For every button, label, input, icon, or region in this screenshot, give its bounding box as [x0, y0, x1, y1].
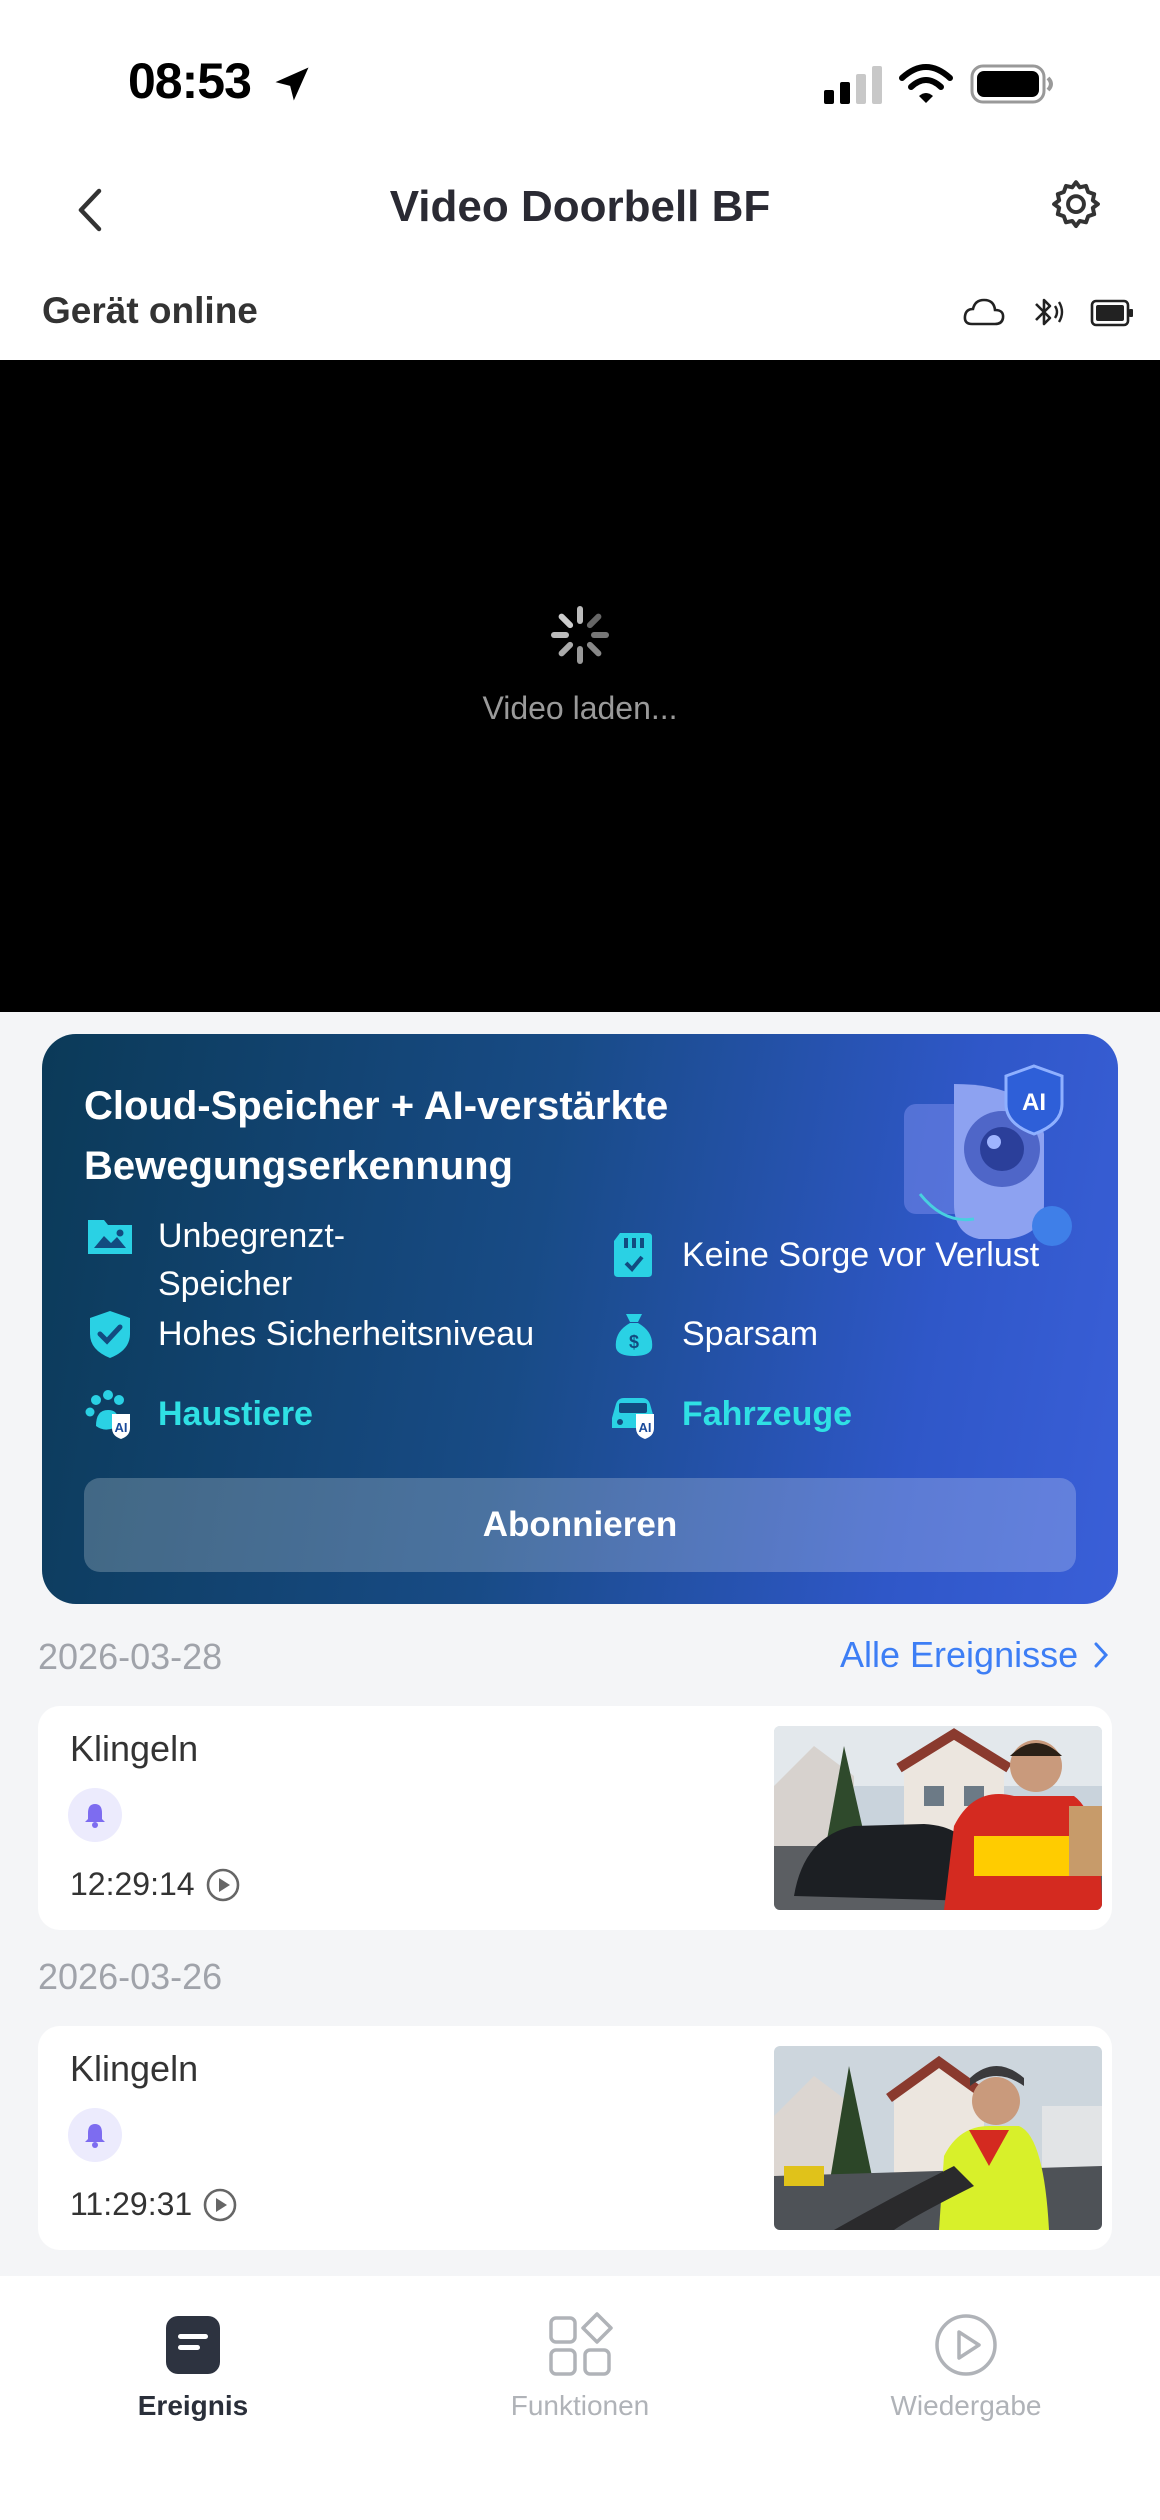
feature-label: Unbegrenzt- Speicher [158, 1217, 346, 1303]
svg-text:AI: AI [639, 1420, 652, 1435]
play-circle-icon[interactable] [202, 2187, 238, 2223]
event-card[interactable]: Klingeln 11:29:31 [38, 2026, 1112, 2250]
loading-spinner-icon [551, 606, 609, 664]
ai-feature-pets: AI Haustiere [84, 1390, 313, 1440]
feature-label: Keine Sorge vor Verlust [682, 1236, 1040, 1274]
play-circle-icon[interactable] [205, 1867, 241, 1903]
doorbell-event-badge [68, 2108, 122, 2162]
video-player[interactable]: Video laden... [0, 360, 1160, 1012]
feature-economical: $ Sparsam [608, 1310, 818, 1360]
event-snapshot-thumbnail[interactable] [774, 2046, 1102, 2230]
subscribe-button[interactable]: Abonnieren [84, 1478, 1076, 1572]
feature-no-loss: Keine Sorge vor Verlust [608, 1231, 1039, 1281]
bottom-tab-bar: Ereignis Funktionen Wiedergabe [0, 2276, 1160, 2520]
paw-ai-icon: AI [85, 1390, 130, 1439]
event-time-label: 12:29:14 [70, 1866, 195, 1902]
event-time: 12:29:14 [70, 1866, 241, 1903]
event-time: 11:29:31 [70, 2186, 238, 2223]
play-circle-icon [935, 2314, 997, 2376]
device-status: Gerät online [42, 290, 258, 331]
chevron-right-icon [1094, 1642, 1109, 1668]
grid-icon [549, 2312, 613, 2376]
wifi-icon [899, 64, 953, 103]
svg-text:AI: AI [115, 1420, 128, 1435]
cellular-signal-icon [824, 66, 882, 104]
device-battery-icon [1090, 299, 1133, 327]
all-events-label: Alle Ereignisse [840, 1634, 1079, 1675]
event-snapshot-thumbnail[interactable] [774, 1726, 1102, 1910]
video-loading-text: Video laden... [482, 690, 678, 726]
feature-label: Hohes Sicherheitsniveau [158, 1315, 535, 1353]
battery-icon [970, 64, 1053, 104]
svg-text:AI: AI [1022, 1089, 1046, 1116]
bell-icon [85, 2124, 105, 2148]
tab-funktionen[interactable]: Funktionen [460, 2310, 700, 2422]
tab-label: Ereignis [137, 2390, 249, 2421]
event-title: Klingeln [70, 2048, 199, 2089]
event-list-icon [166, 2316, 220, 2374]
event-time-label: 11:29:31 [70, 2186, 193, 2222]
ai-feature-label: Haustiere [158, 1395, 313, 1433]
all-events-link[interactable]: Alle Ereignisse [840, 1634, 1110, 1676]
doorbell-event-badge [68, 1788, 122, 1842]
event-card[interactable]: Klingeln 12:29:14 [38, 1706, 1112, 1930]
feature-label: Sparsam [682, 1315, 819, 1353]
ai-feature-vehicles: AI Fahrzeuge [608, 1390, 852, 1440]
tab-ereignis[interactable]: Ereignis [73, 2310, 313, 2422]
event-date-header: 2026-03-26 [38, 1956, 223, 1997]
feature-unlimited-storage: Unbegrenzt- Speicher [84, 1212, 345, 1308]
event-title: Klingeln [70, 1728, 199, 1769]
promo-title: Cloud-Speicher + AI-verstärkte Bewegungs… [84, 1084, 669, 1188]
app-header: Video Doorbell BF Gerät online [0, 150, 1160, 360]
tab-label: Wiedergabe [890, 2390, 1042, 2421]
bell-icon [85, 1804, 105, 1828]
page-title: Video Doorbell BF [389, 182, 771, 231]
car-ai-icon: AI [612, 1398, 654, 1439]
location-arrow-icon [275, 67, 309, 101]
tab-wiedergabe[interactable]: Wiedergabe [846, 2310, 1086, 2422]
gear-icon [1052, 180, 1100, 229]
status-time: 08:53 [128, 53, 252, 109]
bluetooth-icon [1035, 298, 1064, 326]
cloud-promo-card[interactable]: Cloud-Speicher + AI-verstärkte Bewegungs… [42, 1034, 1118, 1604]
tab-label: Funktionen [510, 2390, 650, 2421]
settings-button[interactable] [1046, 176, 1106, 236]
ai-feature-label: Fahrzeuge [682, 1395, 853, 1433]
status-bar: 08:53 [0, 0, 1160, 150]
shield-check-icon [90, 1311, 130, 1358]
money-bag-icon: $ [615, 1314, 653, 1356]
feature-security: Hohes Sicherheitsniveau [84, 1310, 534, 1360]
svg-text:$: $ [629, 1332, 639, 1352]
image-folder-icon [88, 1220, 132, 1254]
cloud-icon [963, 298, 1005, 326]
sd-card-icon [614, 1233, 652, 1277]
event-date-header: 2026-03-28 [38, 1636, 223, 1677]
